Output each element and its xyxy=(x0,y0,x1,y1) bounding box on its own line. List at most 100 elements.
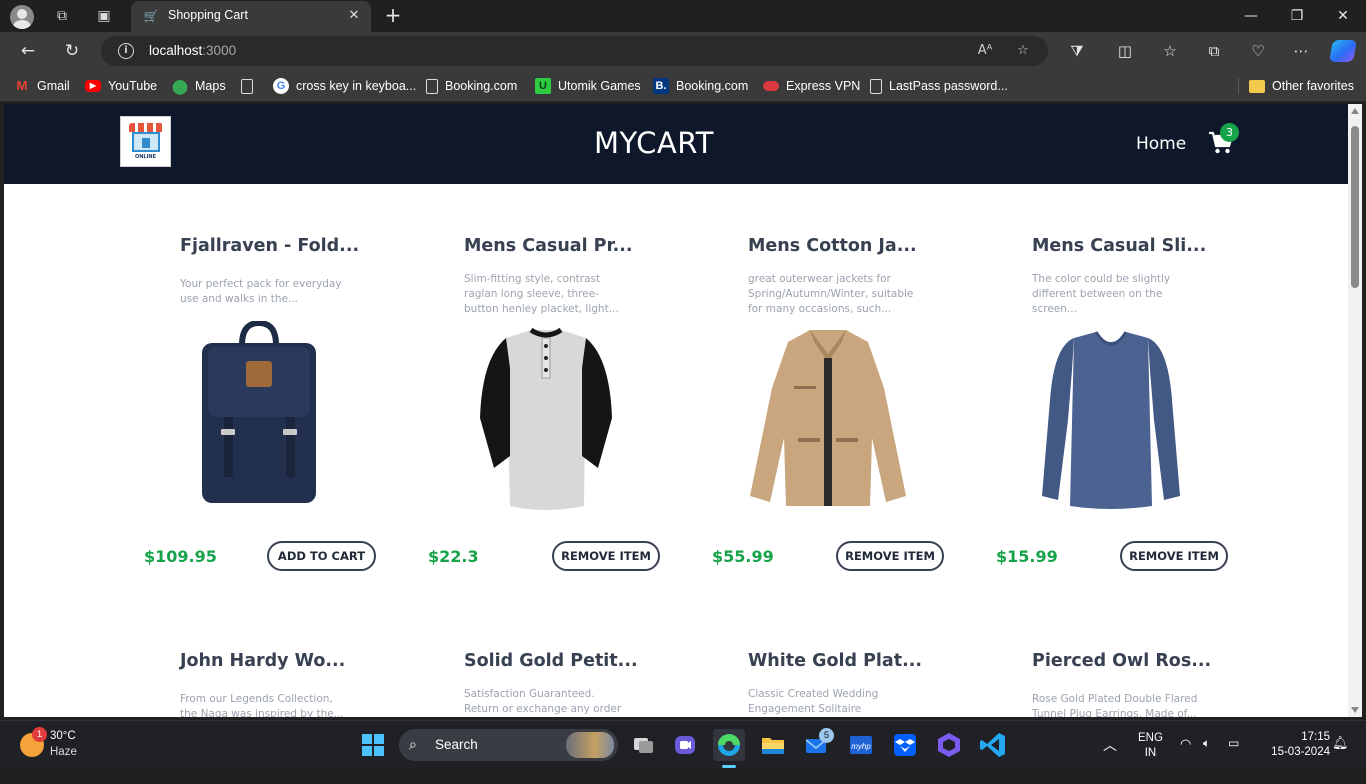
product-description: The color could be slightly different be… xyxy=(1032,273,1171,315)
search-highlight-image xyxy=(566,732,614,758)
nav-home-link[interactable]: Home xyxy=(1136,134,1186,154)
favorites-icon[interactable]: ☆ xyxy=(1160,41,1180,61)
bookmark-maps[interactable]: ⬤ Maps xyxy=(172,70,226,102)
bookmark-label: Maps xyxy=(195,79,226,93)
clock[interactable]: 17:15 15-03-2024 xyxy=(1258,730,1330,778)
vscode-icon[interactable] xyxy=(977,729,1009,761)
split-screen-icon[interactable]: ◫ xyxy=(1115,41,1135,61)
cart-favicon-icon: 🛒 xyxy=(143,9,159,23)
search-icon: ⌕ xyxy=(409,737,417,753)
product-card: Mens Casual Pr... Slim-fitting style, co… xyxy=(428,236,712,576)
scroll-up-icon[interactable] xyxy=(1351,108,1359,114)
restore-icon[interactable]: ❐ xyxy=(1274,0,1320,32)
product-title[interactable]: John Hardy Wo... xyxy=(180,651,420,671)
settings-more-icon[interactable]: ⋯ xyxy=(1291,41,1311,61)
bookmark-youtube[interactable]: ▶ YouTube xyxy=(85,70,157,102)
bookmark-booking-1[interactable]: Booking.com xyxy=(426,70,517,102)
bookmark-label: Other favorites xyxy=(1272,79,1354,93)
product-title[interactable]: Mens Casual Pr... xyxy=(464,236,704,256)
remove-item-button[interactable]: REMOVE ITEM xyxy=(552,541,660,571)
remove-item-button[interactable]: REMOVE ITEM xyxy=(1120,541,1228,571)
collections-icon[interactable]: ⧉ xyxy=(1204,41,1224,61)
tshirt-image xyxy=(1042,331,1180,509)
jacket-image xyxy=(750,330,906,506)
product-description: Rose Gold Plated Double Flared Tunnel Pl… xyxy=(1032,693,1198,717)
product-description: Classic Created Wedding Engagement Solit… xyxy=(748,688,879,715)
read-aloud-icon[interactable]: Aᴬ xyxy=(976,42,994,60)
bookmark-lastpass[interactable]: LastPass password... xyxy=(870,70,1008,102)
windows-logo-icon xyxy=(362,734,384,756)
bookmark-label: cross key in keyboa... xyxy=(296,79,417,93)
add-to-cart-button[interactable]: ADD TO CART xyxy=(267,541,376,571)
product-price: $15.99 xyxy=(996,547,1058,566)
product-card: Mens Casual Sli... The color could be sl… xyxy=(996,236,1280,576)
task-view-icon[interactable] xyxy=(627,729,659,761)
start-button[interactable] xyxy=(357,729,389,761)
product-title[interactable]: Pierced Owl Ros... xyxy=(1032,651,1272,671)
bookmark-cross-key[interactable]: G cross key in keyboa... xyxy=(273,70,416,102)
language-indicator[interactable]: ENG IN xyxy=(1138,731,1163,779)
site-info-icon[interactable]: i xyxy=(118,43,134,59)
profile-avatar[interactable] xyxy=(10,5,34,29)
remove-item-button[interactable]: REMOVE ITEM xyxy=(836,541,944,571)
address-bar[interactable]: i localhost:3000 Aᴬ ☆ xyxy=(101,36,1048,66)
close-tab-icon[interactable]: ✕ xyxy=(345,7,363,25)
notifications-bell-icon[interactable]: 🔔︎ xyxy=(1332,735,1349,783)
expressvpn-icon xyxy=(763,81,779,91)
workspaces-icon[interactable]: ⧉ xyxy=(52,6,72,26)
product-title[interactable]: Fjallraven - Fold... xyxy=(180,236,420,256)
product-card: John Hardy Wo... From our Legends Collec… xyxy=(144,651,428,717)
new-tab-icon[interactable]: + xyxy=(382,4,404,26)
tab-actions-icon[interactable]: ▣ xyxy=(94,6,114,26)
close-window-icon[interactable]: ✕ xyxy=(1320,0,1366,32)
bookmark-expressvpn[interactable]: Express VPN xyxy=(763,70,860,102)
scroll-thumb[interactable] xyxy=(1351,126,1359,288)
dropbox-icon[interactable] xyxy=(889,729,921,761)
volume-icon[interactable]: 🔈︎ xyxy=(1203,736,1210,784)
page-icon xyxy=(241,78,253,94)
myhp-icon[interactable]: myhp xyxy=(845,729,877,761)
site-brand: MYCART xyxy=(594,126,714,160)
battery-icon[interactable]: ▭ xyxy=(1228,736,1239,784)
show-hidden-icons[interactable]: ︿ xyxy=(1103,735,1117,783)
bookmark-label: Express VPN xyxy=(786,79,861,93)
bookmark-page[interactable] xyxy=(241,70,253,102)
tab-shopping-cart[interactable]: 🛒 Shopping Cart ✕ xyxy=(131,1,371,32)
bookmark-utomik[interactable]: U Utomik Games xyxy=(535,70,641,102)
taskbar-search[interactable]: ⌕ Search xyxy=(399,729,618,761)
weather-badge: 1 xyxy=(32,727,47,742)
page-icon xyxy=(870,78,882,94)
browser-essentials-icon[interactable]: ♡ xyxy=(1248,41,1268,61)
product-title[interactable]: Solid Gold Petit... xyxy=(464,651,704,671)
back-icon[interactable]: ← xyxy=(17,40,39,62)
file-explorer-icon[interactable] xyxy=(757,729,789,761)
favorite-star-icon[interactable]: ☆ xyxy=(1014,42,1032,60)
youtube-icon: ▶ xyxy=(85,80,101,92)
wifi-icon[interactable]: ◠ xyxy=(1180,736,1191,784)
address-url[interactable]: localhost:3000 xyxy=(149,43,236,58)
site-navbar: ONLINE MYCART Home 3 xyxy=(4,104,1348,184)
product-title[interactable]: Mens Casual Sli... xyxy=(1032,236,1272,256)
clock-time: 17:15 xyxy=(1301,731,1330,743)
weather-temp: 30°C xyxy=(50,730,76,742)
bookmark-other-favorites[interactable]: Other favorites xyxy=(1249,70,1354,102)
product-title[interactable]: White Gold Plat... xyxy=(748,651,988,671)
page-scrollbar[interactable] xyxy=(1348,104,1362,717)
extensions-icon[interactable]: ⧩ xyxy=(1067,41,1087,61)
bookmark-booking-2[interactable]: B. Booking.com xyxy=(653,70,748,102)
minimize-icon[interactable]: — xyxy=(1228,0,1274,32)
meet-now-icon[interactable] xyxy=(669,729,701,761)
bookmark-label: LastPass password... xyxy=(889,79,1008,93)
weather-widget[interactable]: 1 30°C Haze xyxy=(16,727,116,761)
bookmark-gmail[interactable]: M Gmail xyxy=(14,70,70,102)
refresh-icon[interactable]: ↻ xyxy=(61,40,83,62)
page-icon xyxy=(426,78,438,94)
cart-count-badge: 3 xyxy=(1220,123,1239,142)
edge-taskbar-icon[interactable] xyxy=(713,729,745,761)
scroll-down-icon[interactable] xyxy=(1351,707,1359,713)
copilot-app-icon[interactable] xyxy=(933,729,965,761)
tab-title: Shopping Cart xyxy=(168,8,248,22)
product-card: Pierced Owl Ros... Rose Gold Plated Doub… xyxy=(996,651,1280,717)
product-title[interactable]: Mens Cotton Ja... xyxy=(748,236,988,256)
copilot-icon[interactable] xyxy=(1329,40,1357,62)
